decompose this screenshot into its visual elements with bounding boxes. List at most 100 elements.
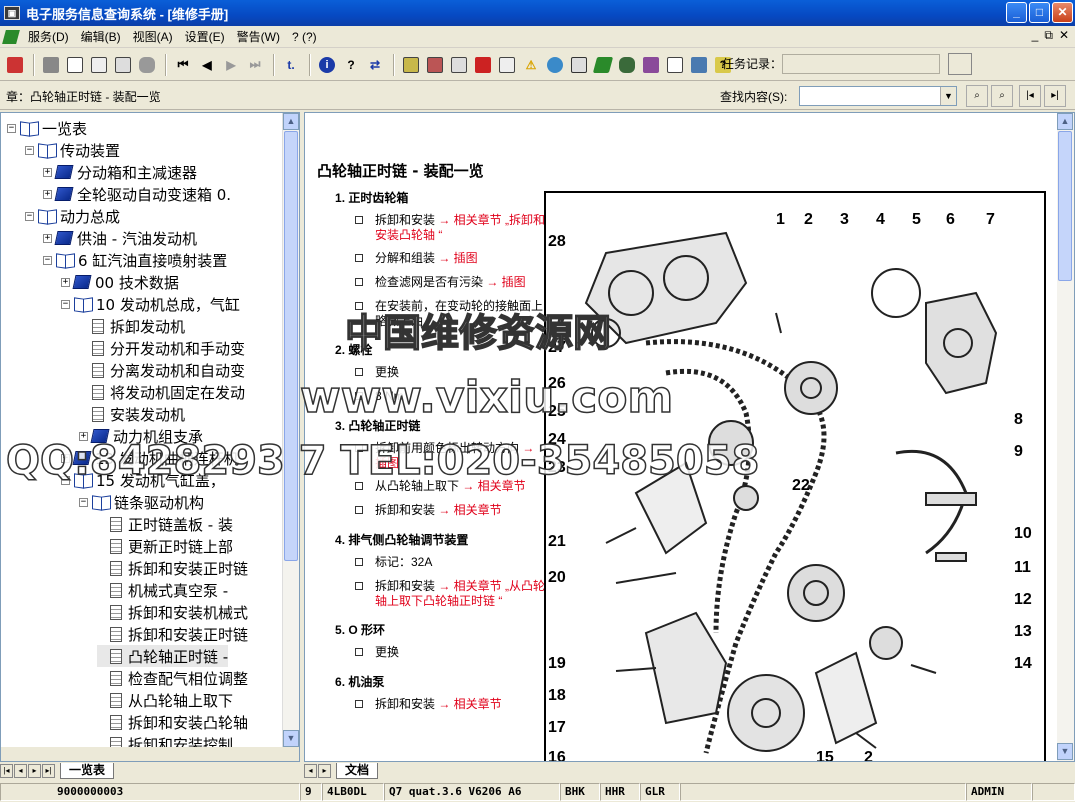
- tree-scrollbar[interactable]: ▲ ▼: [282, 113, 299, 749]
- checklist-icon[interactable]: [664, 54, 686, 76]
- print-icon[interactable]: [40, 54, 62, 76]
- child-close-button[interactable]: ✕: [1059, 28, 1069, 43]
- tree-node[interactable]: 拆卸和安装机械式: [97, 601, 248, 623]
- chevron-down-icon[interactable]: ▼: [940, 87, 956, 105]
- tree-node[interactable]: 将发动机固定在发动: [79, 381, 245, 403]
- document-scrollbar[interactable]: ▲ ▼: [1057, 113, 1074, 761]
- menu-warning[interactable]: 警告(W): [231, 28, 286, 45]
- collapse-icon[interactable]: −: [79, 497, 88, 507]
- task-record-input[interactable]: [782, 54, 940, 74]
- tab-last-icon[interactable]: ▸|: [42, 764, 55, 778]
- tree-node[interactable]: +13 发动机曲柄连杆机: [61, 447, 239, 469]
- find-input[interactable]: ▼: [799, 86, 957, 106]
- tree-node[interactable]: 分离发动机和自动变: [79, 359, 245, 381]
- up-level-icon[interactable]: t.: [280, 54, 302, 76]
- scroll-up-icon[interactable]: ▲: [1057, 113, 1073, 130]
- tree-hscroll[interactable]: [1, 747, 299, 761]
- swap-icon[interactable]: ⇄: [364, 54, 386, 76]
- tree-node[interactable]: + 动力机组支承: [79, 425, 203, 447]
- tree-node[interactable]: 拆卸和安装正时链: [97, 623, 248, 645]
- next-page-icon[interactable]: ▶: [220, 54, 242, 76]
- collapse-icon[interactable]: −: [61, 475, 70, 485]
- scroll-up-icon[interactable]: ▲: [283, 113, 299, 130]
- tree-node[interactable]: + 全轮驱动自动变速箱 0.: [43, 183, 231, 205]
- collapse-icon[interactable]: −: [43, 255, 52, 265]
- tree-node[interactable]: − 6 缸汽油直接喷射装置: [43, 249, 227, 271]
- tree-node[interactable]: 更新正时链上部: [97, 535, 233, 557]
- diagnosis-icon[interactable]: [640, 54, 662, 76]
- exit-icon[interactable]: [4, 54, 26, 76]
- find-prev-icon[interactable]: ⌕: [966, 85, 988, 107]
- collapse-icon[interactable]: −: [7, 123, 16, 133]
- last-page-icon[interactable]: ⏭: [244, 54, 266, 76]
- minimize-button[interactable]: _: [1006, 2, 1027, 23]
- book-pen-icon[interactable]: [688, 54, 710, 76]
- nav-left-icon[interactable]: |◂: [1019, 85, 1041, 107]
- tree-node[interactable]: − 动力总成: [25, 205, 120, 227]
- engine-icon[interactable]: [424, 54, 446, 76]
- tree-node[interactable]: − 一览表: [7, 117, 87, 139]
- vehicle-icon[interactable]: [616, 54, 638, 76]
- help-icon[interactable]: ?: [340, 54, 362, 76]
- prev-page-icon[interactable]: ◀: [196, 54, 218, 76]
- tab-next-icon[interactable]: ▸: [28, 764, 41, 778]
- save-icon[interactable]: [568, 54, 590, 76]
- tree-node[interactable]: +00 技术数据: [61, 271, 179, 293]
- tree-node[interactable]: 分开发动机和手动变: [79, 337, 245, 359]
- note-icon[interactable]: [112, 54, 134, 76]
- first-page-icon[interactable]: ⏮: [172, 54, 194, 76]
- menu-service[interactable]: 服务(D): [22, 28, 75, 45]
- tab-next-icon[interactable]: ▸: [318, 764, 331, 778]
- scroll-thumb[interactable]: [284, 131, 298, 561]
- cross-reference-link[interactable]: → 相关章节: [438, 697, 501, 711]
- tree-node[interactable]: + 供油 - 汽油发动机: [43, 227, 197, 249]
- warning-icon[interactable]: ⚠: [520, 54, 542, 76]
- close-button[interactable]: ✕: [1052, 2, 1073, 23]
- red-book-icon[interactable]: [472, 54, 494, 76]
- new-doc-icon[interactable]: [64, 54, 86, 76]
- cross-reference-link[interactable]: → 插图: [486, 275, 525, 289]
- car-icon[interactable]: [136, 54, 158, 76]
- collapse-icon[interactable]: −: [25, 211, 34, 221]
- tree-node[interactable]: 拆卸和安装正时链: [97, 557, 248, 579]
- tree-node[interactable]: − 链条驱动机构: [79, 491, 204, 513]
- tab-document[interactable]: 文档: [336, 763, 379, 779]
- cross-reference-link[interactable]: → 相关章节: [438, 503, 501, 517]
- menu-help[interactable]: ? (?): [286, 30, 323, 44]
- child-restore-button[interactable]: ⧉: [1044, 28, 1053, 43]
- collapse-icon[interactable]: −: [25, 145, 34, 155]
- tree-node[interactable]: 凸轮轴正时链 -: [97, 645, 229, 667]
- globe-icon[interactable]: [544, 54, 566, 76]
- tree-node[interactable]: − 15 发动机气缸盖，: [61, 469, 225, 491]
- app-menu-icon[interactable]: [2, 29, 20, 44]
- tab-prev-icon[interactable]: ◂: [14, 764, 27, 778]
- menu-view[interactable]: 视图(A): [127, 28, 179, 45]
- expand-icon[interactable]: +: [61, 277, 70, 287]
- scroll-thumb[interactable]: [1058, 131, 1072, 281]
- menu-edit[interactable]: 编辑(B): [75, 28, 127, 45]
- child-minimize-button[interactable]: _: [1032, 28, 1039, 43]
- tree-node[interactable]: 安装发动机: [79, 403, 185, 425]
- tree-node[interactable]: − 传动装置: [25, 139, 120, 161]
- edit-doc-icon[interactable]: [88, 54, 110, 76]
- expand-icon[interactable]: +: [79, 431, 88, 441]
- tree-node[interactable]: 机械式真空泵 -: [97, 579, 228, 601]
- cross-reference-link[interactable]: → 插图: [438, 251, 477, 265]
- tree-node[interactable]: 正时链盖板 - 装: [97, 513, 233, 535]
- scroll-down-icon[interactable]: ▼: [283, 730, 299, 747]
- task-record-button[interactable]: [948, 53, 972, 75]
- tab-overview[interactable]: 一览表: [60, 763, 115, 779]
- expand-icon[interactable]: +: [43, 233, 52, 243]
- tab-first-icon[interactable]: |◂: [0, 764, 13, 778]
- expand-icon[interactable]: +: [61, 453, 70, 463]
- menu-settings[interactable]: 设置(E): [179, 28, 231, 45]
- tree-node[interactable]: − 10 发动机总成，气缸: [61, 293, 240, 315]
- list-icon[interactable]: [496, 54, 518, 76]
- collapse-icon[interactable]: −: [61, 299, 70, 309]
- battery-icon[interactable]: [400, 54, 422, 76]
- tab-prev-icon[interactable]: ◂: [304, 764, 317, 778]
- tree-node[interactable]: 拆卸发动机: [79, 315, 185, 337]
- maximize-button[interactable]: □: [1029, 2, 1050, 23]
- info-icon[interactable]: i: [316, 54, 338, 76]
- nav-right-icon[interactable]: ▸|: [1044, 85, 1066, 107]
